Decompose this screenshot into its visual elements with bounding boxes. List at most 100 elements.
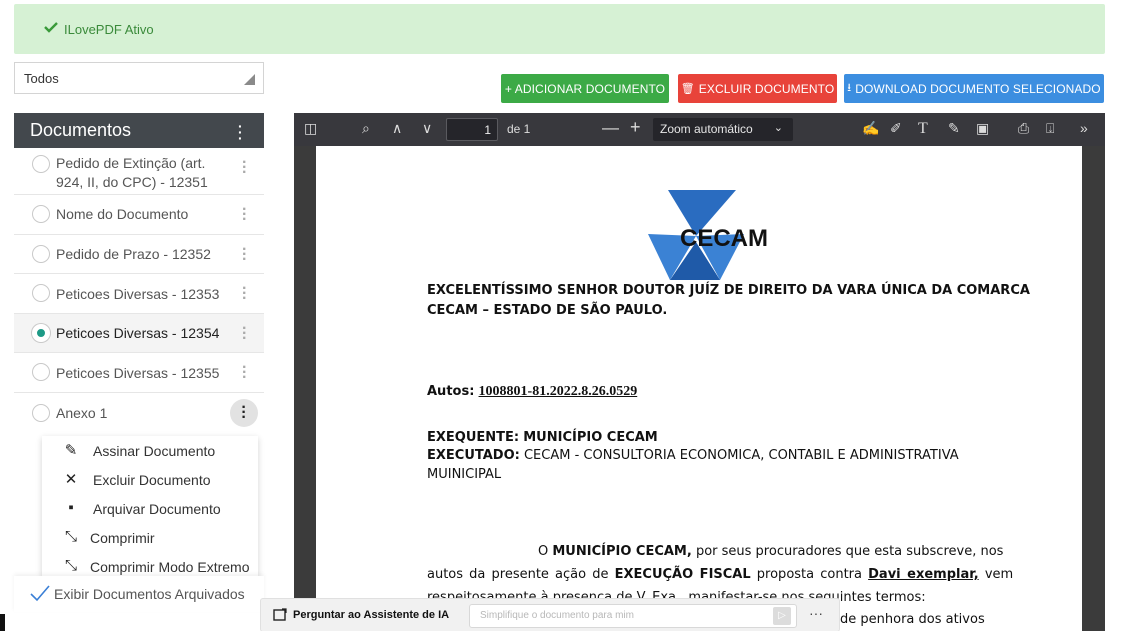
next-page-icon[interactable]: ∨ [422, 120, 432, 138]
add-document-button[interactable]: + ADICIONAR DOCUMENTO [501, 74, 669, 103]
zoom-select[interactable]: Zoom automático ⌄ [653, 118, 793, 141]
zoom-out-icon[interactable]: — [602, 118, 619, 137]
document-item[interactable]: Peticoes Diversas - 12354 · · · [14, 314, 264, 353]
radio-button[interactable] [32, 284, 50, 302]
compress-icon: ⤡ [64, 557, 77, 574]
filter-value: Todos [24, 71, 59, 86]
menu-item-delete[interactable]: ✕ Excluir Documento [42, 465, 258, 494]
para-davi: Davi exemplar, [868, 567, 979, 582]
menu-item-label: Excluir Documento [93, 471, 211, 488]
check-icon [44, 22, 58, 33]
document-label: Pedido de Extinção (art. 924, II, do CPC… [56, 155, 208, 190]
autos-label: Autos: [427, 384, 475, 399]
highlight-icon[interactable]: ✐ [890, 120, 902, 138]
document-item[interactable]: Peticoes Diversas - 12353 · · · [14, 274, 264, 314]
banner-text: ILovePDF Ativo [64, 21, 154, 37]
radio-button[interactable] [32, 205, 50, 223]
more-options-icon[interactable]: ··· [242, 202, 247, 228]
radio-button[interactable] [32, 404, 50, 422]
zoom-in-icon[interactable]: + [630, 117, 641, 137]
document-item[interactable]: Nome do Documento · · · [14, 195, 264, 235]
autos-line: Autos: 1008801-81.2022.8.26.0529 [427, 384, 637, 400]
menu-item-compress[interactable]: ⤡ Comprimir [42, 523, 258, 552]
show-archived-toggle[interactable]: Exibir Documentos Arquivados [14, 576, 264, 612]
status-banner: ILovePDF Ativo [14, 4, 1105, 54]
menu-item-sign[interactable]: ✎ Assinar Documento [42, 436, 258, 465]
paragraph-line-4: de penhora dos ativos [840, 612, 985, 627]
download-selected-label: DOWNLOAD DOCUMENTO SELECIONADO [855, 81, 1101, 96]
document-label: Peticoes Diversas - 12353 [56, 286, 220, 302]
sidebar-toggle-icon[interactable]: ◫ [304, 120, 317, 138]
menu-item-label: Arquivar Documento [93, 500, 221, 517]
ai-assistant-bar: Perguntar ao Assistente de IA Simplifiqu… [260, 598, 840, 631]
delete-document-button[interactable]: 🗑 EXCLUIR DOCUMENTO [678, 74, 837, 103]
menu-item-compress-extreme[interactable]: ⤡ Comprimir Modo Extremo [42, 552, 258, 576]
more-options-icon[interactable]: ··· [809, 605, 823, 621]
para-exec: EXECUÇÃO FISCAL [614, 567, 751, 582]
executado-line-2: MUINICIPAL [427, 467, 502, 482]
document-item[interactable]: Pedido de Extinção (art. 924, II, do CPC… [14, 148, 264, 195]
more-options-icon[interactable]: ··· [242, 360, 247, 386]
image-icon[interactable]: ▣ [976, 120, 989, 138]
add-document-label: + ADICIONAR DOCUMENTO [504, 81, 666, 96]
more-options-icon[interactable]: ··· [242, 242, 247, 268]
document-label: Peticoes Diversas - 12354 [56, 325, 220, 341]
more-options-icon[interactable]: ··· [230, 399, 258, 427]
autos-number: 1008801-81.2022.8.26.0529 [478, 384, 638, 399]
page-number-input[interactable]: 1 [446, 118, 498, 141]
document-item[interactable]: Peticoes Diversas - 12355 · · · [14, 353, 264, 393]
more-options-icon[interactable]: ··· [242, 281, 247, 307]
radio-button[interactable] [32, 324, 50, 342]
document-list: Pedido de Extinção (art. 924, II, do CPC… [14, 148, 264, 433]
radio-button[interactable] [32, 363, 50, 381]
compress-icon: ⤡ [64, 528, 77, 545]
radio-button[interactable] [32, 155, 50, 173]
executado-value: CECAM - CONSULTORIA ECONOMICA, CONTABIL … [523, 448, 959, 463]
previous-page-icon[interactable]: ∧ [392, 120, 402, 138]
draw-icon[interactable]: ✎ [948, 120, 960, 138]
search-icon[interactable]: ⌕ [362, 120, 370, 138]
trash-icon: 🗑 [680, 83, 695, 95]
para-o: O [538, 544, 549, 559]
para-proposta: proposta contra [756, 567, 862, 582]
document-filter-select[interactable]: Todos [14, 62, 264, 94]
save-icon[interactable]: ⍗ [1046, 120, 1054, 138]
ai-label[interactable]: Perguntar ao Assistente de IA [293, 609, 449, 621]
executado-label: EXECUTADO: [427, 448, 520, 463]
para-vem: vem [984, 567, 1014, 582]
cecam-logo: CECAM [648, 190, 768, 280]
sign-icon[interactable]: ✍ [862, 120, 879, 138]
more-options-icon[interactable]: ··· [242, 155, 247, 181]
sidebar-menu-icon[interactable]: · · · [238, 119, 243, 145]
check-icon [30, 585, 50, 602]
document-label: Peticoes Diversas - 12355 [56, 365, 220, 381]
exequente-line: EXEQUENTE: MUNICÍPIO CECAM [427, 430, 658, 445]
ai-prompt-input[interactable]: Simplifique o documento para mim [469, 604, 797, 628]
menu-item-label: Assinar Documento [93, 442, 216, 459]
exequente-value: MUNICÍPIO CECAM [523, 430, 658, 445]
menu-item-label: Comprimir [90, 529, 155, 546]
pdf-viewer: ◫ ⌕ ∧ ∨ 1 de 1 — + Zoom automático ⌄ ✍ ✐… [294, 113, 1105, 631]
document-item[interactable]: Anexo 1 · · · [14, 393, 264, 433]
download-selected-button[interactable]: ⭳ DOWNLOAD DOCUMENTO SELECIONADO [844, 74, 1104, 103]
print-icon[interactable]: ⎙ [1018, 120, 1029, 138]
sidebar-title: Documentos [30, 120, 132, 140]
delete-document-label: EXCLUIR DOCUMENTO [698, 81, 835, 96]
radio-button[interactable] [32, 245, 50, 263]
more-tools-icon[interactable]: » [1080, 120, 1088, 138]
close-icon: ✕ [64, 471, 78, 488]
text-tool-icon[interactable]: T [918, 120, 928, 138]
exequente-label: EXEQUENTE: [427, 430, 520, 445]
chevron-down-icon: ⌄ [773, 122, 783, 134]
menu-item-archive[interactable]: ▪ Arquivar Documento [42, 494, 258, 523]
document-item[interactable]: Pedido de Prazo - 12352 · · · [14, 235, 264, 274]
show-archived-label: Exibir Documentos Arquivados [54, 586, 245, 602]
heading-line-1: EXCELENTÍSSIMO SENHOR DOUTOR JUÍZ DE DIR… [427, 283, 1030, 298]
more-options-icon[interactable]: ··· [242, 321, 247, 347]
page-count: de 1 [507, 122, 531, 136]
heading-line-2: CECAM – ESTADO DE SÃO PAULO. [427, 303, 668, 318]
document-context-menu: ✎ Assinar Documento ✕ Excluir Documento … [42, 436, 258, 576]
archive-icon: ▪ [68, 499, 74, 516]
send-icon[interactable]: ▷ [773, 607, 791, 625]
para-autos: autos da presente ação de [427, 567, 609, 582]
